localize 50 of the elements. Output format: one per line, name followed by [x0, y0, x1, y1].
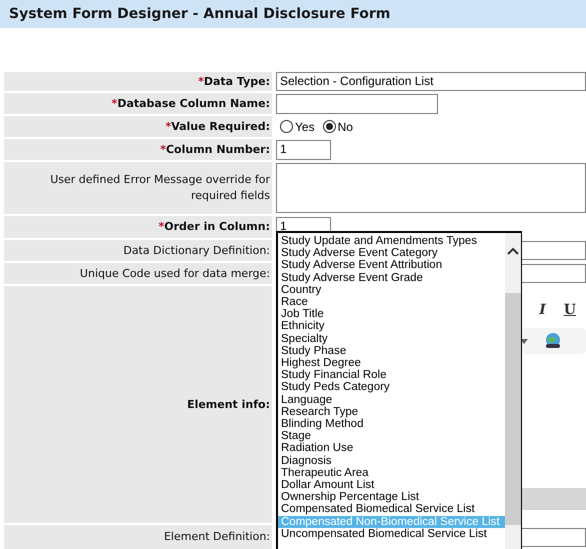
dropdown-option[interactable]: Specialty — [278, 332, 505, 345]
radio-label: Yes — [295, 120, 315, 134]
caret-icon[interactable] — [520, 338, 528, 344]
field-label: Element info: — [187, 396, 270, 412]
underline-button[interactable]: U — [562, 300, 578, 320]
dropdown-option[interactable]: Study Peds Category — [278, 381, 505, 394]
data-type-select[interactable]: Selection - Configuration List — [276, 72, 586, 91]
field-label: *Value Required: — [165, 118, 270, 134]
dropdown-option[interactable]: Radiation Use — [278, 442, 505, 455]
field-label: Data Dictionary Definition: — [123, 242, 270, 258]
dropdown-option[interactable]: Study Phase — [278, 344, 505, 358]
radio-button[interactable] — [322, 120, 336, 133]
radio-button[interactable] — [280, 120, 293, 133]
dropdown-option[interactable]: Study Adverse Event Category — [278, 247, 505, 260]
dropdown-option[interactable]: Compensated Biomedical Service List — [278, 503, 505, 516]
dropdown-option[interactable]: Dollar Amount List — [278, 479, 505, 492]
dropdown-option[interactable]: Race — [278, 296, 505, 308]
field-label: Unique Code used for data merge: — [80, 266, 270, 282]
number-field[interactable]: 1 — [276, 140, 331, 160]
field-label: Element Definition: — [164, 529, 270, 545]
dropdown-option[interactable]: Ethnicity — [278, 320, 505, 333]
field-label: *Order in Column: — [158, 219, 270, 235]
dropdown-option[interactable]: Study Adverse Event Grade — [278, 272, 505, 284]
dropdown-option[interactable]: Country — [278, 284, 505, 296]
scrollbar[interactable] — [505, 233, 521, 549]
dropdown-option[interactable]: Highest Degree — [278, 357, 505, 370]
dropdown-option[interactable]: Study Adverse Event Attribution — [278, 259, 505, 272]
dropdown-list[interactable] — [276, 231, 522, 549]
dropdown-option[interactable]: Study Financial Role — [278, 369, 505, 382]
italic-button[interactable]: I — [537, 300, 548, 320]
dropdown-option[interactable]: Blinding Method — [278, 418, 505, 430]
dropdown-option[interactable]: Ownership Percentage List — [278, 491, 505, 504]
globe-icon[interactable] — [544, 332, 562, 350]
text-field[interactable] — [276, 94, 438, 114]
field-label: User defined Error Message override for required fields — [49, 172, 270, 204]
dropdown-option[interactable]: Research Type — [278, 406, 505, 418]
dropdown-option[interactable]: Diagnosis — [278, 454, 505, 467]
dropdown-option[interactable]: Job Title — [278, 308, 505, 320]
radio-label: No — [338, 120, 353, 134]
scroll-up-icon[interactable] — [505, 245, 521, 257]
dropdown-option[interactable]: Stage — [278, 430, 505, 442]
dropdown-option[interactable]: Language — [278, 394, 505, 406]
message-textarea[interactable] — [276, 163, 586, 213]
dropdown-option[interactable]: Therapeutic Area — [278, 466, 505, 480]
field-label: *Data Type: — [198, 74, 270, 90]
field-label: *Database Column Name: — [112, 96, 270, 112]
dropdown-option[interactable]: Uncompensated Biomedical Service List — [278, 528, 505, 540]
page-title: System Form Designer - Annual Disclosure Form — [9, 6, 390, 22]
dropdown-option[interactable]: Study Update and Amendments Types — [278, 235, 505, 248]
field-label: *Column Number: — [160, 142, 270, 158]
